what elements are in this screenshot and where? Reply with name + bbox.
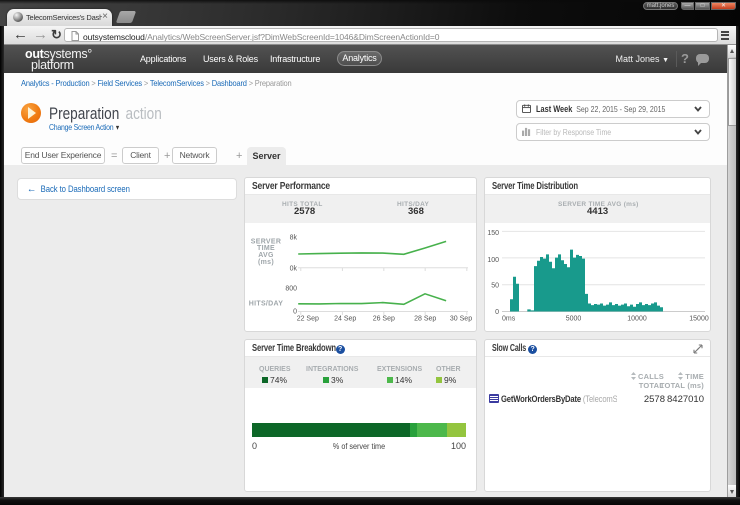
svg-text:800: 800 [285,286,297,293]
svg-text:8k: 8k [290,235,298,242]
svg-text:30 Sep: 30 Sep [450,316,472,323]
svg-text:26 Sep: 26 Sep [373,316,395,323]
svg-text:HITS/DAY: HITS/DAY [249,301,283,308]
svg-text:AVG: AVG [258,252,274,259]
svg-text:50: 50 [491,283,499,290]
svg-text:0: 0 [495,309,499,316]
svg-text:5000: 5000 [566,316,582,323]
svg-text:24 Sep: 24 Sep [334,316,356,323]
svg-text:150: 150 [487,230,499,237]
svg-text:0k: 0k [290,265,298,272]
svg-text:15000: 15000 [689,316,709,323]
svg-text:(ms): (ms) [258,259,274,266]
svg-text:22 Sep: 22 Sep [297,316,319,323]
svg-text:10000: 10000 [627,316,647,323]
svg-text:0ms: 0ms [502,316,516,323]
svg-text:0: 0 [293,309,297,316]
svg-text:100: 100 [487,257,499,264]
svg-text:28 Sep: 28 Sep [414,316,436,323]
